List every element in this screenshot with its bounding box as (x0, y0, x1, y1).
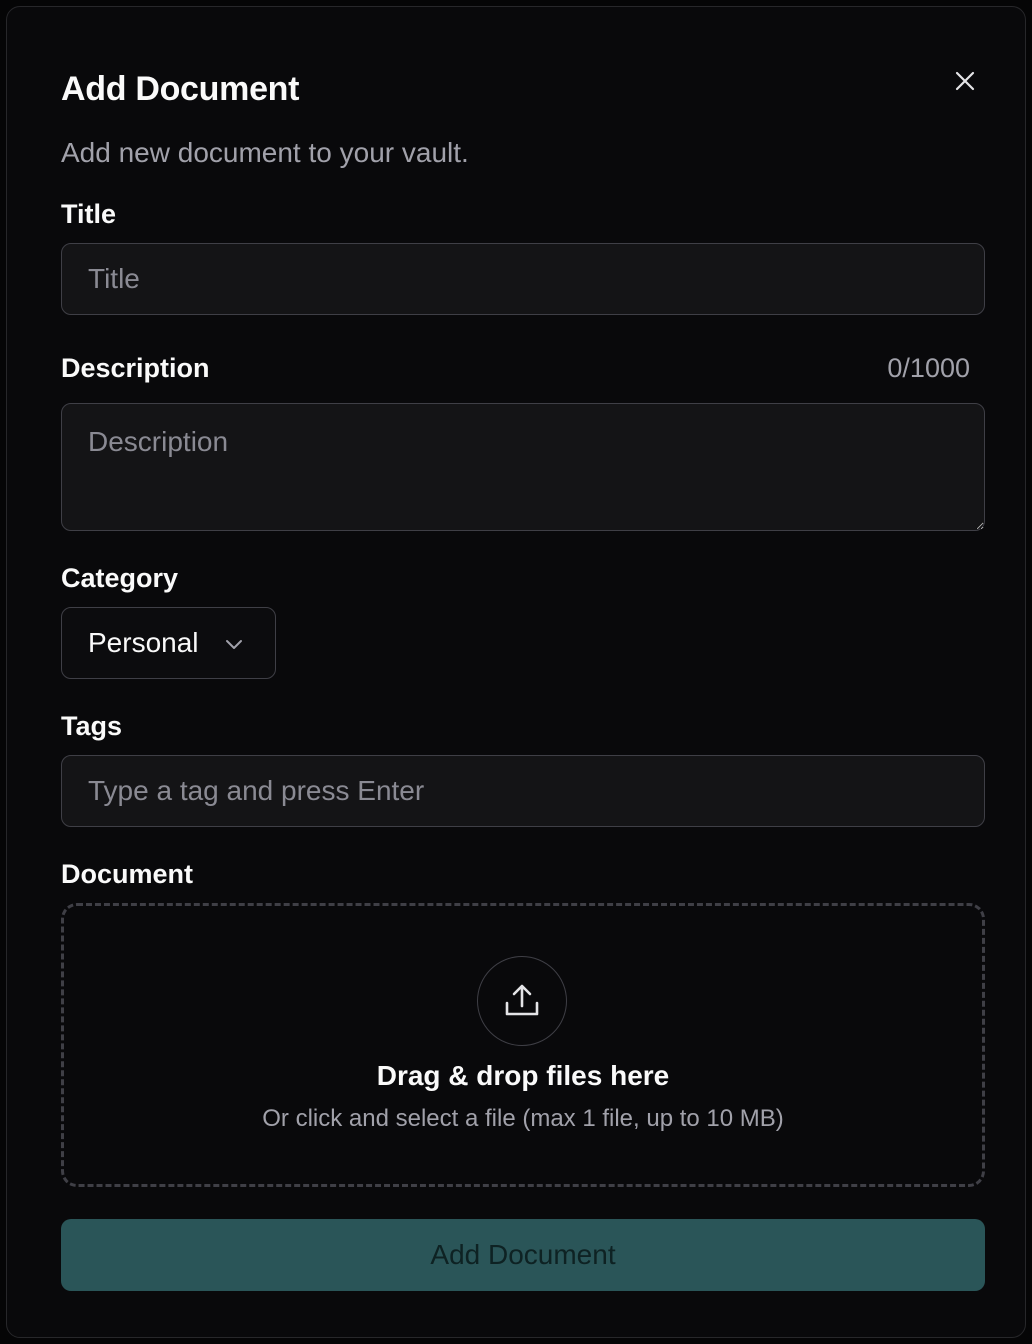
title-input[interactable] (61, 243, 985, 315)
add-document-button[interactable]: Add Document (61, 1219, 985, 1291)
close-icon (955, 71, 975, 91)
document-label: Document (61, 859, 194, 889)
tags-input[interactable] (61, 755, 985, 827)
dialog-title: Add Document (61, 70, 300, 108)
upload-icon-container (477, 956, 567, 1046)
description-textarea[interactable] (61, 403, 985, 531)
dropzone-hint: Or click and select a file (max 1 file, … (262, 1105, 784, 1132)
upload-icon (505, 984, 539, 1016)
description-char-counter: 0/1000 (887, 353, 970, 383)
close-button[interactable] (947, 63, 983, 99)
tags-label: Tags (61, 711, 123, 741)
category-label: Category (61, 563, 179, 593)
dropzone-title: Drag & drop files here (376, 1060, 670, 1091)
title-label: Title (61, 199, 117, 229)
chevron-down-icon (226, 640, 242, 649)
category-select-value: Personal (88, 627, 199, 658)
dialog-subtitle: Add new document to your vault. (61, 137, 469, 168)
description-label: Description (61, 353, 210, 383)
file-dropzone[interactable]: Drag & drop files here Or click and sele… (61, 903, 985, 1187)
add-document-dialog: Add Document Add new document to your va… (6, 6, 1026, 1338)
category-select[interactable]: Personal (61, 607, 276, 679)
